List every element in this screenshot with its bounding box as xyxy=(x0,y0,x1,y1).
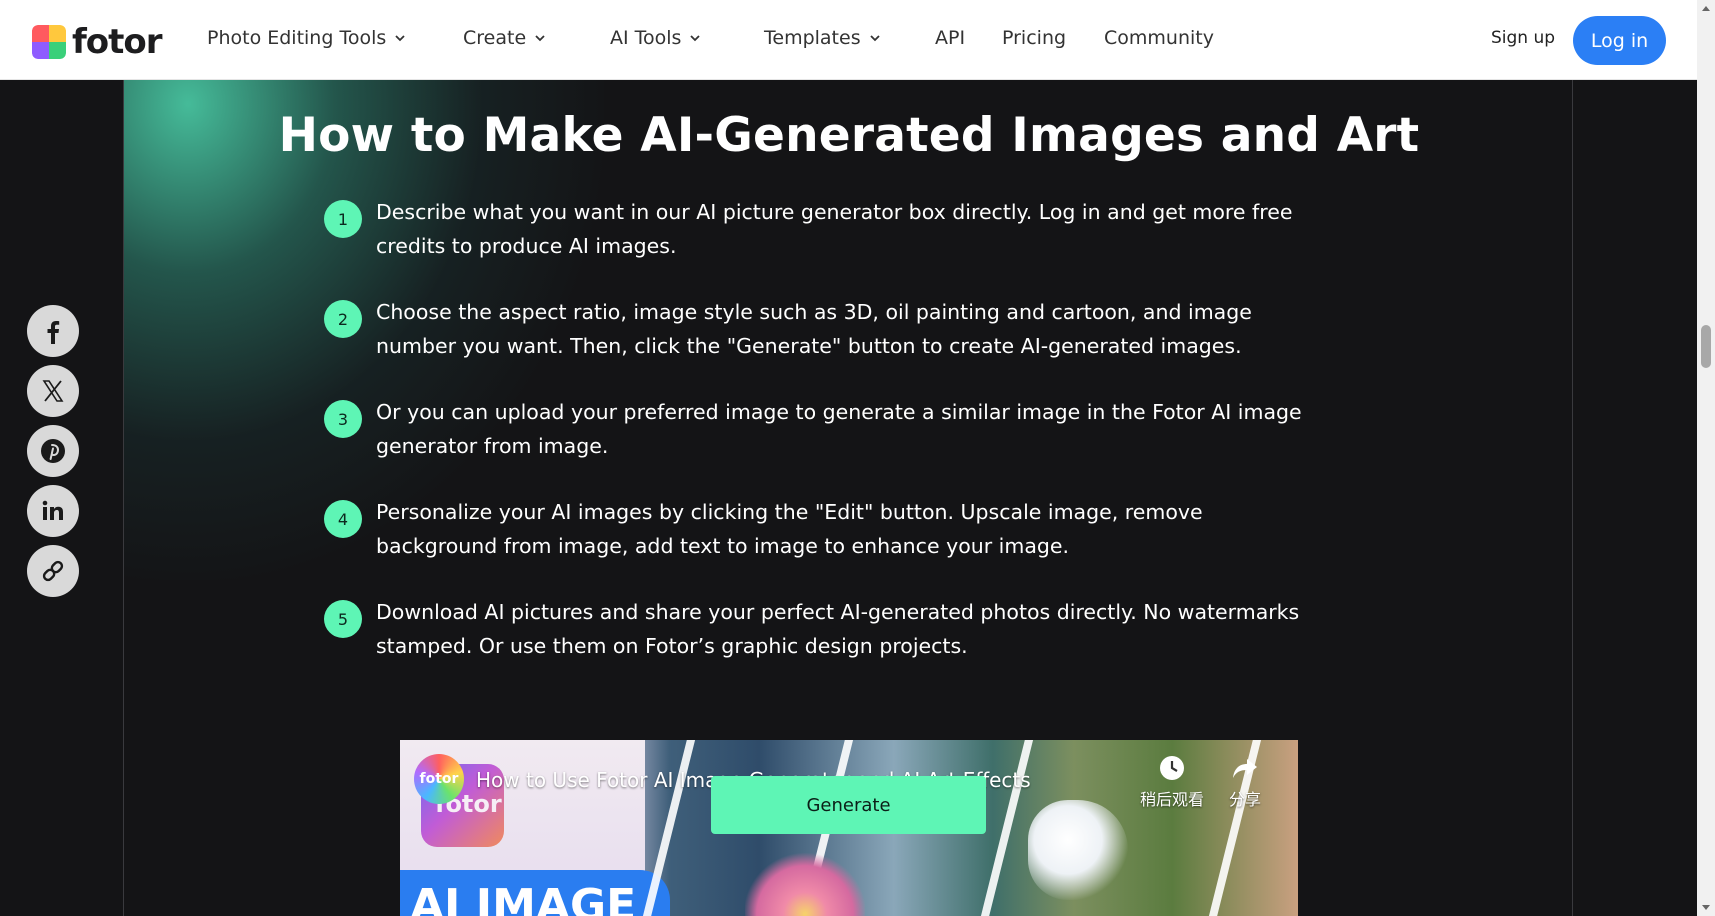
step-number-badge: 2 xyxy=(324,300,362,338)
step-text: Describe what you want in our AI picture… xyxy=(376,200,1293,258)
share-arrow-icon xyxy=(1233,759,1257,778)
top-navigation-bar: fotor Photo Editing Tools Create AI Tool… xyxy=(0,0,1697,80)
nav-label: Community xyxy=(1104,27,1214,49)
nav-label: Create xyxy=(463,27,527,49)
facebook-icon xyxy=(47,321,60,344)
step-item-5: 5 Download AI pictures and share your pe… xyxy=(324,600,1324,663)
pinterest-icon xyxy=(41,439,65,463)
share-label: 分享 xyxy=(1229,790,1262,809)
nav-ai-tools[interactable]: AI Tools xyxy=(610,27,701,49)
step-number-badge: 5 xyxy=(324,600,362,638)
step-number-badge: 3 xyxy=(324,400,362,438)
channel-avatar[interactable]: fotor xyxy=(414,754,464,804)
watch-later-label: 稍后观看 xyxy=(1140,790,1205,809)
share-linkedin-button[interactable] xyxy=(27,485,79,537)
step-item-2: 2 Choose the aspect ratio, image style s… xyxy=(324,300,1324,363)
share-x-button[interactable] xyxy=(27,365,79,417)
log-in-button[interactable]: Log in xyxy=(1573,16,1666,65)
thumbnail-flower-image xyxy=(745,850,865,916)
share-facebook-button[interactable] xyxy=(27,305,79,357)
chevron-down-icon xyxy=(395,35,405,42)
nav-label: Templates xyxy=(764,27,861,49)
nav-photo-editing-tools[interactable]: Photo Editing Tools xyxy=(207,27,406,49)
step-text: Or you can upload your preferred image t… xyxy=(376,400,1302,458)
link-icon xyxy=(42,560,64,582)
thumbnail-text: AI IMAGE xyxy=(410,880,637,916)
share-pinterest-button[interactable] xyxy=(27,425,79,477)
chevron-down-icon xyxy=(869,35,880,42)
x-icon xyxy=(42,380,64,402)
channel-avatar-label: fotor xyxy=(419,771,459,787)
logo-text: fotor xyxy=(72,22,163,62)
nav-label: Photo Editing Tools xyxy=(207,27,387,49)
section-title: How to Make AI-Generated Images and Art xyxy=(278,108,1420,163)
fotor-logo[interactable]: fotor xyxy=(32,22,163,62)
thumbnail-horse-image xyxy=(1028,800,1128,900)
chevron-down-icon xyxy=(535,35,545,42)
scroll-down-arrow-icon[interactable] xyxy=(1702,905,1710,910)
scroll-up-arrow-icon[interactable] xyxy=(1702,6,1710,11)
copy-link-button[interactable] xyxy=(27,545,79,597)
video-share-button[interactable]: 分享 xyxy=(1229,754,1261,810)
nav-create[interactable]: Create xyxy=(463,27,546,49)
chevron-down-icon xyxy=(690,35,701,42)
step-item-3: 3 Or you can upload your preferred image… xyxy=(324,400,1324,463)
nav-label: Pricing xyxy=(1002,27,1067,49)
nav-label: AI Tools xyxy=(610,27,682,49)
fotor-logo-icon xyxy=(32,25,66,59)
nav-label: API xyxy=(935,27,966,49)
step-number-badge: 1 xyxy=(324,200,362,238)
step-text: Download AI pictures and share your perf… xyxy=(376,600,1300,658)
watch-later-button[interactable]: 稍后观看 xyxy=(1140,754,1204,810)
step-item-4: 4 Personalize your AI images by clicking… xyxy=(324,500,1324,563)
sign-up-link[interactable]: Sign up xyxy=(1491,28,1555,48)
step-text: Personalize your AI images by clicking t… xyxy=(376,500,1203,558)
clock-icon xyxy=(1160,756,1184,780)
step-text: Choose the aspect ratio, image style suc… xyxy=(376,300,1252,358)
nav-api[interactable]: API xyxy=(935,27,965,49)
linkedin-icon xyxy=(42,500,63,520)
generate-button[interactable]: Generate xyxy=(711,776,986,834)
scrollbar-thumb[interactable] xyxy=(1701,325,1711,368)
nav-pricing[interactable]: Pricing xyxy=(1002,27,1066,49)
step-number-badge: 4 xyxy=(324,500,362,538)
step-item-1: 1 Describe what you want in our AI pictu… xyxy=(324,200,1324,263)
nav-templates[interactable]: Templates xyxy=(764,27,881,49)
nav-community[interactable]: Community xyxy=(1104,27,1214,49)
page-scrollbar[interactable] xyxy=(1697,0,1715,916)
